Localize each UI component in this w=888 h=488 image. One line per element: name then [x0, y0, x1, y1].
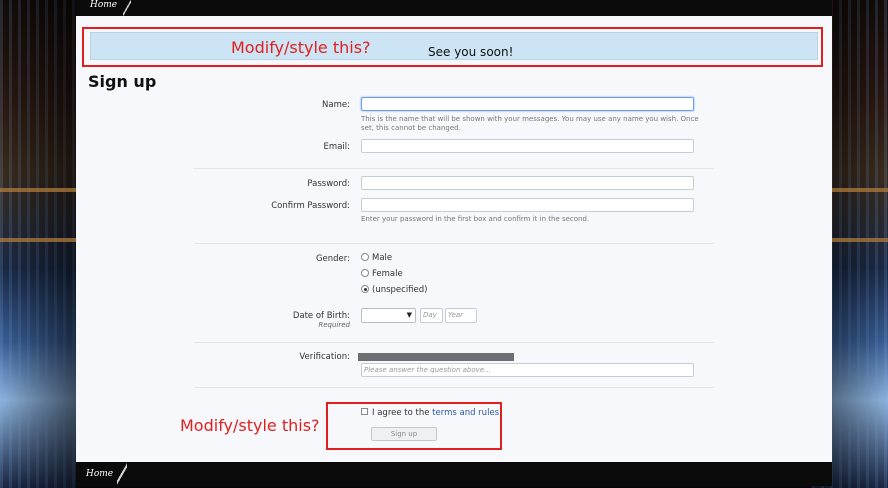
- radio-icon: [361, 269, 369, 277]
- dob-month-select[interactable]: ▼: [361, 308, 416, 323]
- annotation-text-bottom: Modify/style this?: [180, 416, 320, 435]
- email-label: Email:: [323, 142, 350, 152]
- dob-label: Date of Birth:: [292, 311, 350, 321]
- verification-placeholder: Please answer the question above...: [364, 366, 491, 374]
- email-input[interactable]: [361, 139, 694, 153]
- verification-label: Verification:: [299, 352, 350, 362]
- signup-button[interactable]: Sign up: [371, 427, 437, 441]
- terms-link[interactable]: terms and rules: [432, 408, 499, 418]
- divider: [194, 342, 714, 343]
- confirm-password-input[interactable]: [361, 198, 694, 212]
- top-navbar: Home: [76, 0, 832, 16]
- checkbox-icon: [361, 408, 368, 415]
- agree-checkbox[interactable]: I agree to the terms and rules.: [361, 408, 502, 418]
- footer-breadcrumb-home[interactable]: Home: [84, 462, 128, 486]
- dob-required: Required: [318, 321, 350, 329]
- gender-unspecified-radio[interactable]: (unspecified): [361, 285, 427, 295]
- divider: [194, 387, 714, 388]
- radio-selected-icon: [361, 285, 369, 293]
- divider: [194, 168, 714, 169]
- password-hint: Enter your password in the first box and…: [361, 215, 590, 223]
- notice-text: See you soon!: [428, 45, 514, 59]
- name-label: Name:: [322, 100, 350, 110]
- breadcrumb-home[interactable]: Home: [84, 0, 132, 16]
- gender-label: Gender:: [315, 254, 350, 264]
- background-left: [0, 0, 76, 488]
- bottom-navbar: Home: [76, 462, 832, 486]
- password-label: Password:: [307, 179, 350, 189]
- gender-female-radio[interactable]: Female: [361, 269, 403, 279]
- verification-question: [358, 353, 514, 361]
- dob-day-input[interactable]: Day: [420, 308, 443, 323]
- name-hint: This is the name that will be shown with…: [361, 115, 699, 132]
- page-title: Sign up: [88, 72, 157, 91]
- name-input[interactable]: [361, 97, 694, 111]
- annotation-text-top: Modify/style this?: [231, 38, 371, 57]
- main-content: See you soon! Modify/style this? Sign up…: [76, 16, 832, 462]
- divider: [194, 243, 714, 244]
- gender-male-radio[interactable]: Male: [361, 253, 392, 263]
- chevron-down-icon: ▼: [406, 311, 412, 319]
- dob-year-input[interactable]: Year: [445, 308, 477, 323]
- confirm-password-label: Confirm Password:: [271, 201, 350, 211]
- radio-icon: [361, 253, 369, 261]
- verification-input[interactable]: Please answer the question above...: [361, 363, 694, 377]
- password-input[interactable]: [361, 176, 694, 190]
